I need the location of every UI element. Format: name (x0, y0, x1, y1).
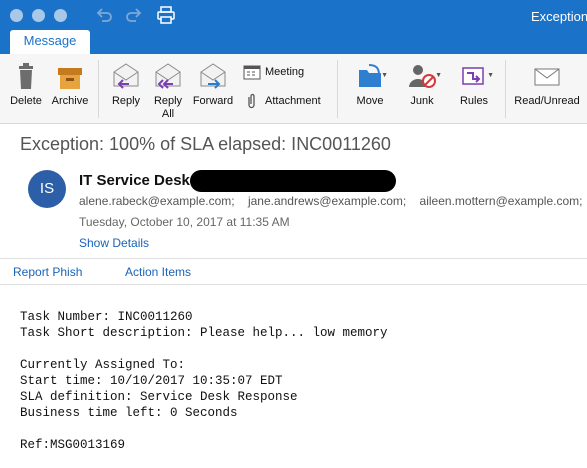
minimize-window-button[interactable] (32, 9, 45, 22)
reply-icon (113, 63, 139, 89)
recipient[interactable]: alene.rabeck@example.com; (79, 194, 235, 208)
sender-name[interactable]: IT Service Desk (79, 172, 190, 189)
recipient[interactable]: jane.andrews@example.com; (248, 194, 406, 208)
redo-icon[interactable] (124, 6, 144, 24)
meeting-button[interactable]: Meeting (243, 62, 304, 82)
reply-all-button[interactable]: Reply All (146, 54, 190, 124)
print-icon[interactable] (156, 6, 176, 24)
forward-icon (200, 63, 226, 89)
ribbon-tab-strip: Message (0, 30, 587, 54)
recipient[interactable]: aileen.mottern@example.com; (420, 194, 583, 208)
body-line (20, 421, 388, 437)
avatar: IS (28, 170, 66, 208)
read-unread-label: Read/Unread (514, 95, 580, 107)
paperclip-icon (248, 94, 255, 109)
body-line (20, 341, 388, 357)
message-date: Tuesday, October 10, 2017 at 11:35 AM (79, 215, 290, 229)
trash-icon (19, 63, 33, 89)
reply-button[interactable]: Reply (104, 54, 148, 124)
title-bar: Exception (0, 0, 587, 30)
recipient-list: alene.rabeck@example.com; jane.andrews@e… (79, 194, 587, 208)
body-line: Task Short description: Please help... l… (20, 326, 388, 340)
envelope-icon (534, 68, 560, 86)
body-line: Currently Assigned To: (20, 358, 186, 372)
redaction-bar (190, 170, 396, 192)
forward-button[interactable]: Forward (190, 54, 236, 124)
chevron-down-icon: ▼ (435, 72, 442, 79)
attachment-label: Attachment (265, 95, 321, 107)
ribbon-separator (337, 60, 338, 118)
junk-button[interactable]: Junk ▼ (398, 54, 446, 124)
body-line: Business time left: 0 Seconds (20, 406, 238, 420)
body-line: Ref:MSG0013169 (20, 438, 126, 452)
rules-label: Rules (459, 95, 489, 107)
read-unread-button[interactable]: Read/Unread (510, 54, 584, 124)
meeting-label: Meeting (265, 66, 305, 78)
tab-message[interactable]: Message (10, 30, 90, 54)
action-items-button[interactable]: Action Items (125, 265, 191, 279)
body-line: Task Number: INC0011260 (20, 310, 193, 324)
calendar-icon (243, 65, 261, 80)
attachment-button[interactable]: Attachment (243, 91, 321, 111)
archive-button[interactable]: Archive (48, 54, 92, 124)
undo-icon[interactable] (94, 6, 114, 24)
delete-label: Delete (10, 95, 42, 107)
report-phish-button[interactable]: Report Phish (13, 265, 82, 279)
body-line: SLA definition: Service Desk Response (20, 390, 298, 404)
move-button[interactable]: Move ▼ (346, 54, 394, 124)
reply-label: Reply (111, 95, 141, 107)
chevron-down-icon: ▼ (487, 72, 494, 79)
chevron-down-icon: ▼ (381, 72, 388, 79)
window-title: Exception (531, 9, 587, 24)
message-subject: Exception: 100% of SLA elapsed: INC00112… (20, 134, 391, 154)
header-divider (0, 258, 587, 259)
addin-divider (0, 284, 587, 285)
archive-label: Archive (51, 95, 89, 107)
forward-label: Forward (192, 95, 234, 107)
ribbon-separator (98, 60, 99, 118)
show-details-link[interactable]: Show Details (79, 236, 149, 250)
delete-button[interactable]: Delete (4, 54, 48, 124)
ribbon-separator (505, 60, 506, 118)
junk-icon (409, 65, 436, 88)
reply-all-label: Reply All (153, 95, 183, 120)
archive-box-icon (58, 68, 82, 89)
rules-icon (462, 67, 484, 85)
ribbon: Delete Archive Reply Reply All Forward M… (0, 54, 587, 124)
rules-button[interactable]: Rules ▼ (450, 54, 498, 124)
reply-all-icon (155, 63, 181, 89)
move-label: Move (356, 95, 384, 107)
junk-label: Junk (410, 95, 434, 107)
body-line: Start time: 10/10/2017 10:35:07 EDT (20, 374, 283, 388)
zoom-window-button[interactable] (54, 9, 67, 22)
close-window-button[interactable] (10, 9, 23, 22)
message-body: Task Number: INC0011260 Task Short descri… (20, 293, 388, 468)
